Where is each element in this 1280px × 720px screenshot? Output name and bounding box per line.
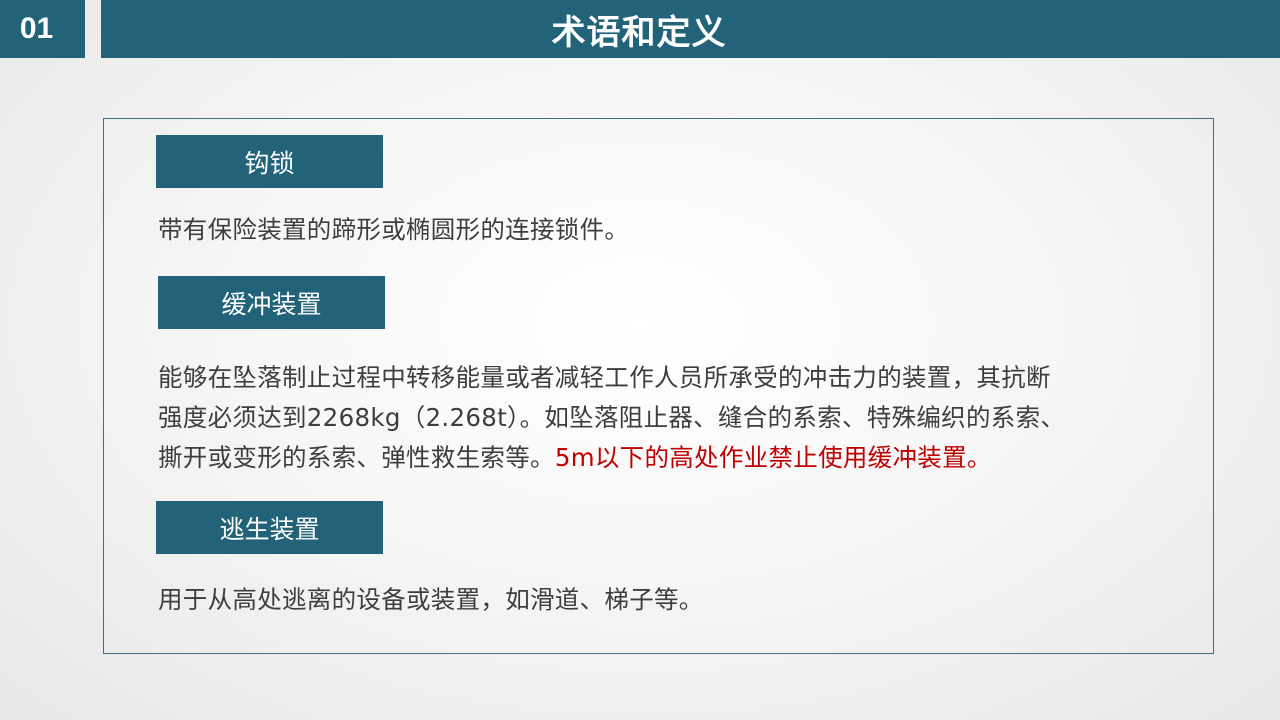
description-line-with-warning: 撕开或变形的系索、弹性救生索等。5m以下的高处作业禁止使用缓冲装置。	[158, 438, 1158, 478]
description-line: 用于从高处逃离的设备或装置，如滑道、梯子等。	[158, 585, 704, 614]
section-number: 01	[19, 12, 54, 45]
term-description-hook-lock: 带有保险装置的蹄形或椭圆形的连接锁件。	[158, 210, 1158, 250]
term-label-escape-device: 逃生装置	[156, 501, 383, 554]
description-text: 撕开或变形的系索、弹性救生索等。	[158, 443, 555, 472]
term-description-buffer-device: 能够在坠落制止过程中转移能量或者减轻工作人员所承受的冲击力的装置，其抗断 强度必…	[158, 358, 1158, 478]
page-title: 术语和定义	[551, 12, 727, 53]
description-line: 强度必须达到2268kg（2.268t）。如坠落阻止器、缝合的系索、特殊编织的系…	[158, 403, 1066, 432]
warning-text: 5m以下的高处作业禁止使用缓冲装置。	[554, 443, 992, 472]
term-label-hook-lock: 钩锁	[156, 135, 383, 188]
section-number-badge: 01	[0, 0, 85, 58]
term-description-escape-device: 用于从高处逃离的设备或装置，如滑道、梯子等。	[158, 580, 1158, 620]
title-bar: 术语和定义	[101, 0, 1280, 58]
description-line: 带有保险装置的蹄形或椭圆形的连接锁件。	[158, 215, 630, 244]
term-label-buffer-device: 缓冲装置	[158, 276, 385, 329]
description-line: 能够在坠落制止过程中转移能量或者减轻工作人员所承受的冲击力的装置，其抗断	[158, 363, 1051, 392]
